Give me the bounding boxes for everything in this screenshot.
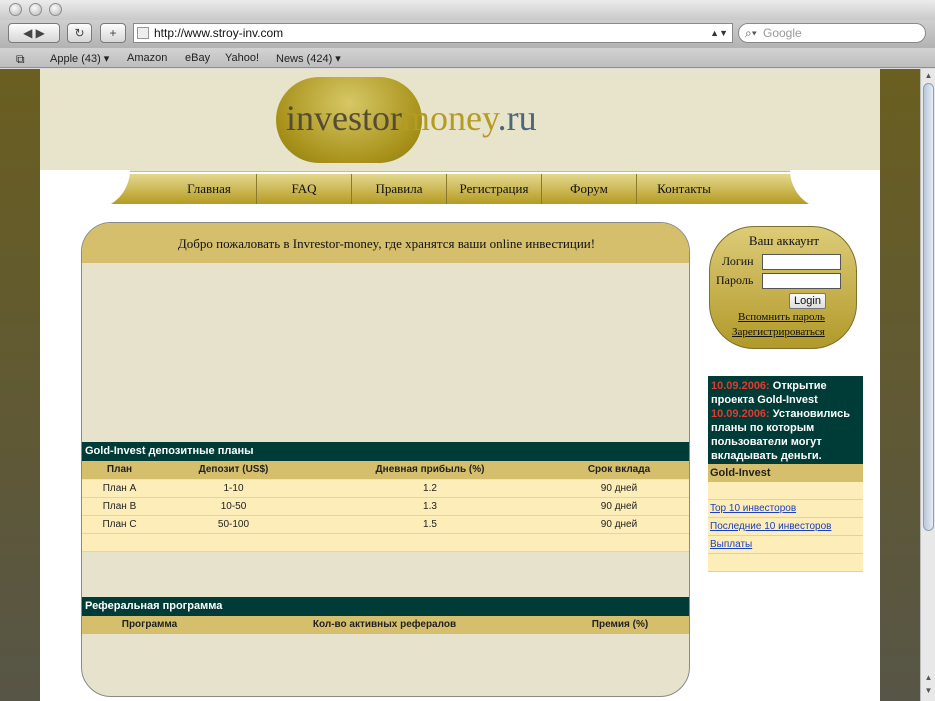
bookmark-news[interactable]: News (424) ▾ xyxy=(276,52,341,65)
main-nav: Главная FAQ Правила Регистрация Форум Ко… xyxy=(40,170,880,210)
profit-cell: 1.2 xyxy=(423,483,437,494)
term-cell: 90 дней xyxy=(600,501,638,512)
nav-contacts[interactable]: Контакты xyxy=(636,174,731,204)
welcome-banner: Добро пожаловать в Invrestor-money, где … xyxy=(82,223,689,263)
logo-part-investor: investor xyxy=(286,98,402,138)
scroll-thumb[interactable] xyxy=(923,83,934,531)
google-search-field[interactable]: ⌕▾ Google xyxy=(738,23,926,43)
sidebar-title: Gold-Invest xyxy=(708,464,863,482)
table-row: План B 10-50 1.3 90 дней xyxy=(82,498,689,516)
col-term: Срок вклада xyxy=(587,464,651,475)
login-button[interactable]: Login xyxy=(789,293,826,309)
vertical-scrollbar[interactable]: ▲ ▲ ▼ xyxy=(920,69,935,701)
reload-button[interactable]: ↻ xyxy=(67,23,92,43)
page-background-left xyxy=(0,69,40,701)
logo-part-money: money xyxy=(401,98,498,138)
back-forward-buttons[interactable]: ◀ ▶ xyxy=(8,23,60,43)
book-icon[interactable]: ⧉ xyxy=(16,52,25,67)
nav-registration[interactable]: Регистрация xyxy=(446,174,541,204)
deposit-cell: 10-50 xyxy=(220,501,247,512)
sidebar-row-empty xyxy=(708,482,863,500)
forward-arrow-icon[interactable]: ▶ xyxy=(36,26,45,40)
search-icon: ⌕▾ xyxy=(745,26,757,40)
col-program: Программа xyxy=(121,619,178,630)
main-panel: Добро пожаловать в Invrestor-money, где … xyxy=(81,222,690,697)
search-placeholder: Google xyxy=(763,26,802,40)
browser-toolbar: ◀ ▶ ↻ + http://www.stroy-inv.com ▲▼ ⌕▾ G… xyxy=(0,20,935,48)
address-bar[interactable]: http://www.stroy-inv.com ▲▼ xyxy=(133,23,733,43)
page-background-right xyxy=(880,69,920,701)
scroll-down-icon[interactable]: ▼ xyxy=(923,686,934,695)
minimize-window-button[interactable] xyxy=(29,3,42,16)
site-header: investormoney.ru xyxy=(40,69,880,172)
nav-rules[interactable]: Правила xyxy=(351,174,446,204)
referral-table-header: Программа Кол-во активных рефералов Прем… xyxy=(82,616,689,634)
sidebar-item-last10: Последние 10 инвесторов xyxy=(708,518,863,536)
reload-icon: ↻ xyxy=(74,26,85,40)
col-bonus: Премия (%) xyxy=(591,619,649,630)
address-dropdown-icon[interactable]: ▲▼ xyxy=(710,24,728,42)
register-link[interactable]: Зарегистрироваться xyxy=(732,326,825,338)
col-deposit: Депозит (US$) xyxy=(198,464,269,475)
bookmark-yahoo[interactable]: Yahoo! xyxy=(225,52,259,64)
col-active-referrals: Кол-во активных рефералов xyxy=(312,619,457,630)
address-text: http://www.stroy-inv.com xyxy=(154,26,284,40)
site-logo[interactable]: investormoney.ru xyxy=(286,97,537,139)
favicon-icon xyxy=(137,27,149,39)
deposit-plans-title: Gold-Invest депозитные планы xyxy=(82,442,689,461)
web-page: investormoney.ru Главная FAQ Правила Рег… xyxy=(40,69,880,701)
news-date: 10.09.2006: xyxy=(711,380,770,392)
nav-home[interactable]: Главная xyxy=(162,174,256,204)
sidebar-row-empty xyxy=(708,554,863,572)
plus-icon: + xyxy=(109,26,117,40)
news-box: 10.09.2006: Открытие проекта Gold-Invest… xyxy=(708,376,863,464)
nav-curve-left xyxy=(40,170,130,210)
plan-cell: План C xyxy=(102,519,137,530)
nav-forum[interactable]: Форум xyxy=(541,174,636,204)
deposit-table-header: План Депозит (US$) Дневная прибыль (%) С… xyxy=(82,461,689,479)
account-login-box: Ваш аккаунт Логин Пароль Login Вспомнить… xyxy=(709,226,857,349)
account-title: Ваш аккаунт xyxy=(748,233,820,248)
nav-curve-right xyxy=(790,170,880,210)
sidebar-item-payouts: Выплаты xyxy=(708,536,863,554)
col-plan: План xyxy=(106,464,133,475)
table-row: План A 1-10 1.2 90 дней xyxy=(82,480,689,498)
term-cell: 90 дней xyxy=(600,483,638,494)
password-label: Пароль xyxy=(716,273,754,287)
back-arrow-icon[interactable]: ◀ xyxy=(23,26,32,40)
term-cell: 90 дней xyxy=(600,519,638,530)
login-label: Логин xyxy=(722,254,754,268)
referral-title: Реферальная программа xyxy=(82,597,689,616)
plan-cell: План B xyxy=(102,501,137,512)
table-row-empty xyxy=(82,534,689,552)
scroll-up-icon[interactable]: ▲ xyxy=(923,71,934,80)
nav-faq[interactable]: FAQ xyxy=(256,174,351,204)
deposit-cell: 50-100 xyxy=(217,519,250,530)
table-row: План C 50-100 1.5 90 дней xyxy=(82,516,689,534)
news-date: 10.09.2006: xyxy=(711,408,770,420)
bookmark-amazon[interactable]: Amazon xyxy=(127,52,167,64)
profit-cell: 1.3 xyxy=(423,501,437,512)
remind-password-link[interactable]: Вспомнить пароль xyxy=(738,311,825,323)
window-titlebar xyxy=(0,0,935,20)
top10-investors-link[interactable]: Top 10 инвесторов xyxy=(710,503,796,514)
profit-cell: 1.5 xyxy=(423,519,437,530)
logo-part-ru: .ru xyxy=(497,98,537,138)
login-input[interactable] xyxy=(762,254,841,270)
deposit-cell: 1-10 xyxy=(223,483,244,494)
scroll-up-arrow-icon[interactable]: ▲ xyxy=(923,673,934,682)
plan-cell: План A xyxy=(102,483,137,494)
bookmark-apple[interactable]: Apple (43) ▾ xyxy=(50,52,109,65)
sidebar-item-top10: Top 10 инвесторов xyxy=(708,500,863,518)
zoom-window-button[interactable] xyxy=(49,3,62,16)
add-bookmark-button[interactable]: + xyxy=(100,23,126,43)
bookmarks-bar: ⧉ Apple (43) ▾ Amazon eBay Yahoo! News (… xyxy=(0,48,935,68)
last10-investors-link[interactable]: Последние 10 инвесторов xyxy=(710,521,831,532)
payouts-link[interactable]: Выплаты xyxy=(710,539,752,550)
close-window-button[interactable] xyxy=(9,3,22,16)
col-daily-profit: Дневная прибыль (%) xyxy=(375,464,485,475)
password-input[interactable] xyxy=(762,273,841,289)
bookmark-ebay[interactable]: eBay xyxy=(185,52,210,64)
